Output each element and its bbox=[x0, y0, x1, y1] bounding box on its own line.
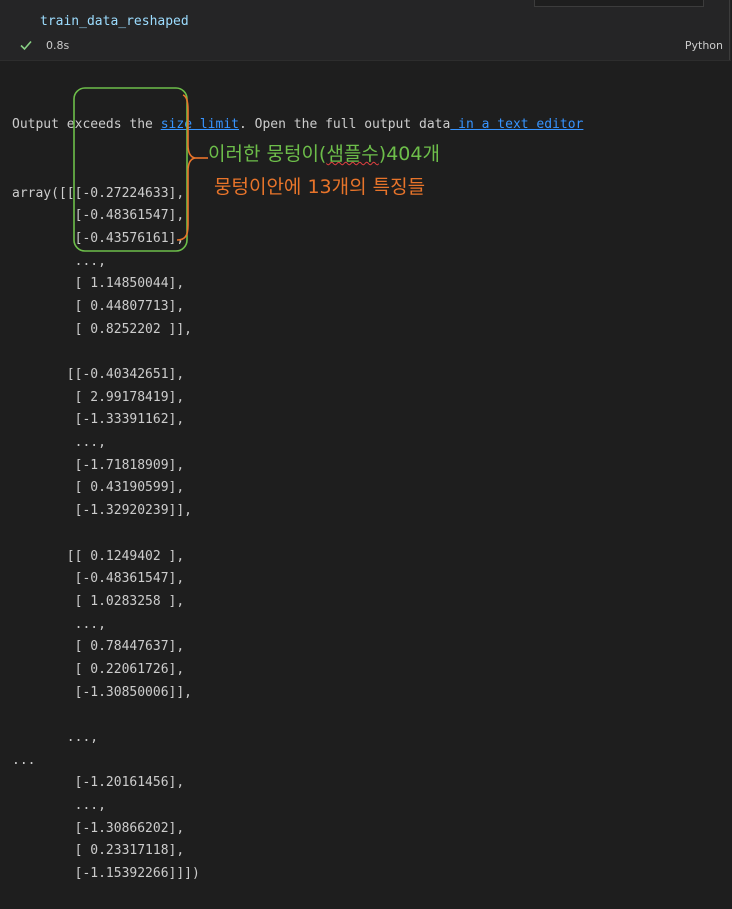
output-line: [ 0.43190599], bbox=[12, 480, 185, 496]
cell-language[interactable]: Python bbox=[685, 39, 723, 52]
output-line: [-1.30866202], bbox=[12, 820, 185, 836]
output-line: [[ 0.1249402 ], bbox=[12, 548, 185, 564]
output-line: [-1.15392266]]]) bbox=[12, 866, 200, 882]
output-line: ..., bbox=[12, 730, 99, 745]
code-input[interactable]: train_data_reshaped bbox=[40, 14, 189, 29]
output-line: [-0.43576161], bbox=[12, 230, 185, 246]
code-cell[interactable]: train_data_reshaped 0.8s Python bbox=[0, 0, 731, 61]
annotation-features: 뭉텅이안에 13개의 특징들 bbox=[214, 176, 426, 198]
output-line: ..., bbox=[12, 616, 106, 632]
cell-toolbar bbox=[534, 0, 704, 7]
output-line: [-0.48361547], bbox=[12, 571, 185, 587]
output-line: ... bbox=[12, 752, 36, 768]
cell-divider bbox=[729, 0, 730, 60]
open-in-text-editor-link[interactable]: in a text editor bbox=[450, 117, 583, 132]
output-line: [-1.20161456], bbox=[12, 775, 185, 791]
output-line: ..., bbox=[12, 253, 106, 269]
array-output: array([[[-0.27224633], [-0.48361547], [-… bbox=[12, 183, 583, 886]
output-line: [ 0.8252202 ]], bbox=[12, 321, 193, 337]
output-notice: Output exceeds the size limit. Open the … bbox=[12, 117, 584, 133]
size-limit-link[interactable]: size limit bbox=[161, 117, 239, 132]
check-icon bbox=[20, 40, 32, 51]
output-line: [[-0.40342651], bbox=[12, 367, 185, 382]
output-line: ..., bbox=[12, 435, 106, 451]
output-line: [-1.71818909], bbox=[12, 457, 185, 473]
output-line: [ 2.99178419], bbox=[12, 389, 185, 405]
output-line: ..., bbox=[12, 798, 106, 814]
output-line: [-1.33391162], bbox=[12, 412, 185, 428]
output-line: [-1.30850006]], bbox=[12, 684, 193, 700]
output-line: [ 0.22061726], bbox=[12, 661, 185, 677]
execution-time: 0.8s bbox=[46, 39, 70, 52]
output-line: [-1.32920239]], bbox=[12, 503, 193, 519]
output-line: [ 1.0283258 ], bbox=[12, 593, 185, 609]
output-line: [ 0.78447637], bbox=[12, 639, 185, 655]
output-line: [-0.48361547], bbox=[12, 208, 185, 224]
annotation-sample-count: 이러한 뭉텅이(샘플수)404개 bbox=[208, 143, 440, 165]
output-line: [ 0.23317118], bbox=[12, 843, 185, 859]
output-line: [ 1.14850044], bbox=[12, 276, 185, 292]
output-line: [ 0.44807713], bbox=[12, 298, 185, 314]
